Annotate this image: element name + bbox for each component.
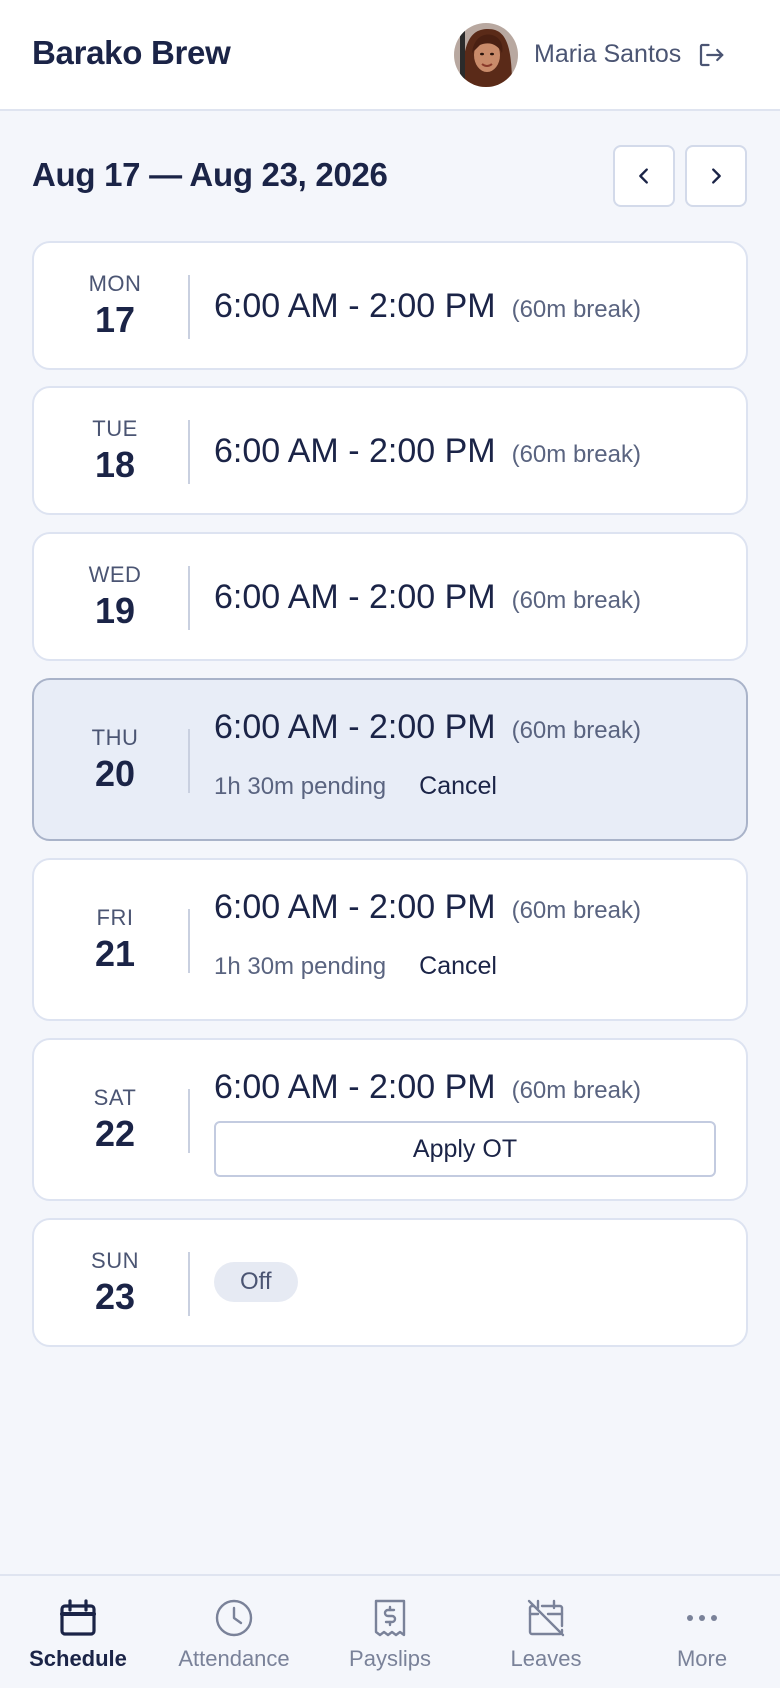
calendar-off-icon — [527, 1599, 565, 1637]
day-of-week: TUE — [92, 415, 138, 441]
day-card-tue[interactable]: TUE 18 6:00 AM - 2:00 PM (60m break) — [32, 386, 748, 515]
day-label: SUN 23 — [34, 1220, 196, 1345]
day-of-week: THU — [91, 724, 139, 750]
shift-time: 6:00 AM - 2:00 PM — [214, 708, 496, 746]
day-card-sun[interactable]: SUN 23 Off — [32, 1218, 748, 1347]
day-of-week: SUN — [91, 1247, 139, 1273]
day-of-week: WED — [88, 561, 142, 587]
day-label: FRI 21 — [34, 860, 196, 1019]
divider — [188, 1252, 190, 1316]
shift-break: (60m break) — [511, 897, 641, 924]
shift-break: (60m break) — [511, 296, 641, 323]
nav-item-schedule[interactable]: Schedule — [0, 1576, 156, 1688]
divider — [188, 729, 190, 793]
day-date: 18 — [94, 443, 136, 485]
shift-time: 6:00 AM - 2:00 PM — [214, 432, 496, 470]
day-label: MON 17 — [34, 243, 196, 368]
day-date: 23 — [94, 1275, 136, 1317]
nav-item-more[interactable]: More — [624, 1576, 780, 1688]
divider — [188, 1089, 190, 1153]
bottom-nav: Schedule Attendance Payslips Leaves More — [0, 1574, 780, 1688]
app-root: Barako Brew Maria Santos Aug 17 — Aug 23… — [0, 0, 780, 1688]
day-of-week: MON — [88, 270, 142, 296]
clock-icon — [215, 1599, 253, 1637]
day-card-sat[interactable]: SAT 22 6:00 AM - 2:00 PM (60m break) App… — [32, 1038, 748, 1201]
divider — [188, 420, 190, 484]
top-header: Barako Brew Maria Santos — [0, 0, 780, 111]
shift-info: 6:00 AM - 2:00 PM (60m break) — [214, 708, 641, 747]
day-card-thu[interactable]: THU 20 6:00 AM - 2:00 PM (60m break) 1h … — [32, 678, 748, 841]
divider — [188, 909, 190, 973]
shift-break: (60m break) — [511, 587, 641, 614]
logout-icon[interactable] — [696, 40, 726, 70]
day-card-wed[interactable]: WED 19 6:00 AM - 2:00 PM (60m break) — [32, 532, 748, 661]
day-label: SAT 22 — [34, 1040, 196, 1199]
day-label: TUE 18 — [34, 388, 196, 513]
cancel-overtime-link[interactable]: Cancel — [419, 772, 497, 801]
overtime-pending-row: 1h 30m pending Cancel — [214, 772, 497, 801]
previous-week-button[interactable] — [613, 145, 675, 207]
shift-time: 6:00 AM - 2:00 PM — [214, 287, 496, 325]
day-of-week: SAT — [93, 1084, 137, 1110]
day-date: 22 — [94, 1112, 136, 1154]
apply-ot-button[interactable]: Apply OT — [214, 1121, 716, 1177]
nav-label: Schedule — [29, 1646, 127, 1671]
shift-break: (60m break) — [511, 441, 641, 468]
next-week-button[interactable] — [685, 145, 747, 207]
nav-label: More — [676, 1646, 728, 1671]
shift-time: 6:00 AM - 2:00 PM — [214, 1068, 496, 1106]
shift-time: 6:00 AM - 2:00 PM — [214, 578, 496, 616]
overtime-pending-text: 1h 30m pending — [214, 772, 387, 800]
shift-break: (60m break) — [511, 717, 641, 744]
chevron-right-icon — [712, 168, 721, 184]
divider — [188, 275, 190, 339]
receipt-dollar-icon — [374, 1599, 406, 1637]
cancel-overtime-link[interactable]: Cancel — [419, 952, 497, 981]
off-status-badge: Off — [214, 1262, 298, 1302]
shift-info: 6:00 AM - 2:00 PM (60m break) — [214, 1068, 641, 1107]
nav-label: Attendance — [178, 1646, 290, 1671]
overtime-pending-text: 1h 30m pending — [214, 952, 387, 980]
day-of-week: FRI — [96, 904, 134, 930]
day-date: 17 — [94, 298, 136, 340]
day-date: 19 — [94, 589, 136, 631]
shift-break: (60m break) — [511, 1077, 641, 1104]
divider — [188, 566, 190, 630]
avatar[interactable] — [454, 23, 518, 87]
shift-time: 6:00 AM - 2:00 PM — [214, 888, 496, 926]
day-card-fri[interactable]: FRI 21 6:00 AM - 2:00 PM (60m break) 1h … — [32, 858, 748, 1021]
chevron-left-icon — [639, 168, 648, 184]
nav-item-attendance[interactable]: Attendance — [156, 1576, 312, 1688]
overtime-pending-row: 1h 30m pending Cancel — [214, 952, 497, 981]
more-dots-icon — [687, 1615, 717, 1621]
nav-label: Leaves — [510, 1646, 582, 1671]
day-date: 20 — [94, 752, 136, 794]
nav-label: Payslips — [349, 1646, 431, 1671]
day-date: 21 — [94, 932, 136, 974]
nav-item-payslips[interactable]: Payslips — [312, 1576, 468, 1688]
shift-info: 6:00 AM - 2:00 PM (60m break) — [214, 287, 641, 326]
shift-info: 6:00 AM - 2:00 PM (60m break) — [214, 578, 641, 617]
user-name[interactable]: Maria Santos — [534, 40, 681, 69]
day-card-mon[interactable]: MON 17 6:00 AM - 2:00 PM (60m break) — [32, 241, 748, 370]
day-label: THU 20 — [34, 680, 196, 839]
day-label: WED 19 — [34, 534, 196, 659]
shift-info: 6:00 AM - 2:00 PM (60m break) — [214, 888, 641, 927]
shift-info: 6:00 AM - 2:00 PM (60m break) — [214, 432, 641, 471]
calendar-icon — [60, 1599, 96, 1636]
brand-title: Barako Brew — [32, 34, 231, 71]
week-range: Aug 17 — Aug 23, 2026 — [32, 156, 388, 193]
nav-item-leaves[interactable]: Leaves — [468, 1576, 624, 1688]
